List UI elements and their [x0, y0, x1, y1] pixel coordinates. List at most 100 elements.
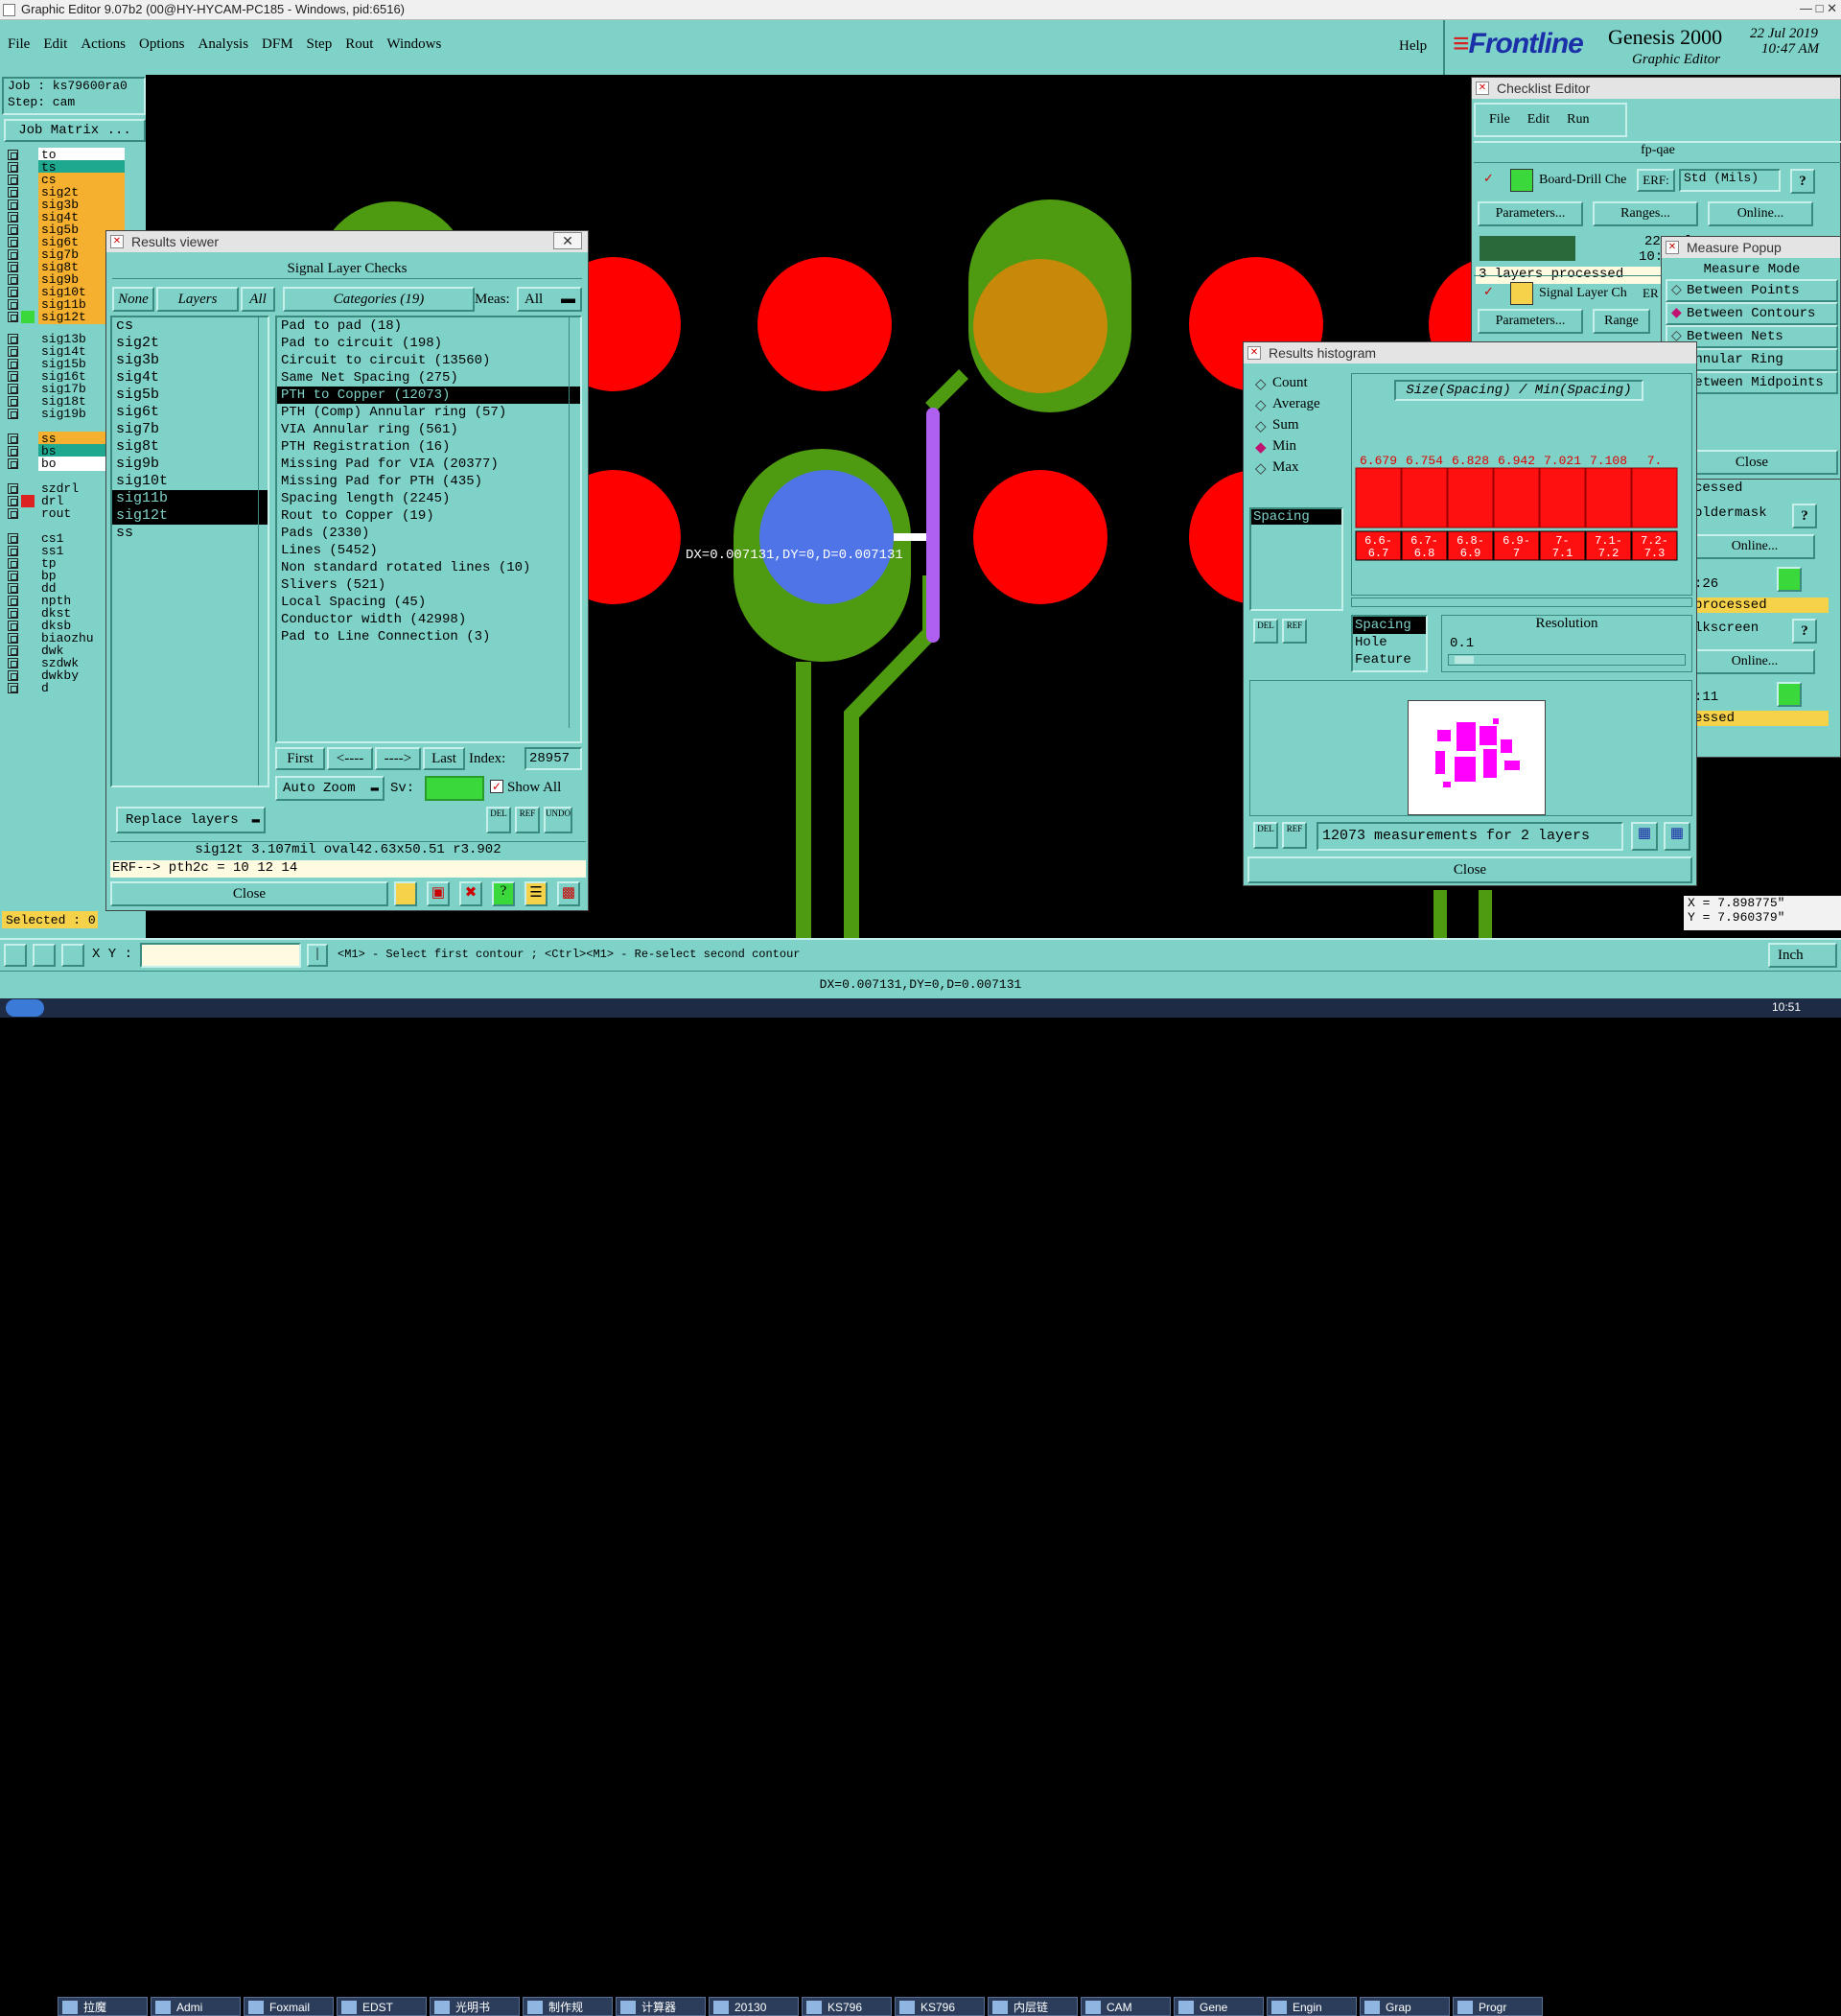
ref-button[interactable]: REF	[515, 807, 540, 833]
layer-checkbox[interactable]	[8, 249, 18, 260]
histogram-bar[interactable]	[1401, 467, 1448, 528]
layer-color-swatch[interactable]	[21, 311, 35, 323]
layer-checkbox[interactable]	[8, 199, 18, 210]
layer-checkbox[interactable]	[8, 150, 18, 160]
menu-actions[interactable]: Actions	[81, 36, 126, 58]
category-item[interactable]: Missing Pad for VIA (20377)	[277, 456, 580, 473]
taskbar-item[interactable]: 拉魔	[58, 1997, 148, 2016]
category-item[interactable]: PTH Registration (16)	[277, 438, 580, 456]
sv-color-dropdown[interactable]	[425, 776, 484, 801]
result-layer-item[interactable]: sig9b	[112, 456, 268, 473]
layer-checkbox[interactable]	[8, 224, 18, 235]
layer-row[interactable]: rout	[8, 506, 125, 521]
zoom-icon[interactable]	[1777, 567, 1802, 592]
layer-color-swatch[interactable]	[21, 507, 35, 520]
layer-checkbox[interactable]	[8, 334, 18, 344]
category-item[interactable]: Pads (2330)	[277, 525, 580, 542]
results-category-list[interactable]: Pad to pad (18) Pad to circuit (198) Circu…	[275, 316, 582, 743]
taskbar-item[interactable]: 20130	[709, 1997, 799, 2016]
layer-color-swatch[interactable]	[21, 682, 35, 694]
category-item[interactable]: PTH to Copper (12073)	[277, 387, 580, 404]
stat-radio-average[interactable]: ◇ Average	[1255, 396, 1341, 417]
layer-checkbox[interactable]	[8, 162, 18, 173]
layer-checkbox[interactable]	[8, 237, 18, 247]
layer-checkbox[interactable]	[8, 359, 18, 369]
marker-icon[interactable]: ▣	[427, 881, 450, 906]
result-layer-item[interactable]: cs	[112, 317, 268, 335]
snap-icon[interactable]	[4, 944, 27, 967]
histogram-bar[interactable]	[1631, 467, 1678, 528]
layer-checkbox[interactable]	[8, 633, 18, 644]
menu-options[interactable]: Options	[139, 36, 185, 58]
layer-checkbox[interactable]	[8, 396, 18, 407]
category-item[interactable]: Spacing length (2245)	[277, 490, 580, 507]
histogram-scrollbar[interactable]	[1351, 598, 1692, 607]
report-icon[interactable]: ▦	[1664, 822, 1690, 851]
result-layer-item[interactable]: sig10t	[112, 473, 268, 490]
layer-checkbox[interactable]	[8, 287, 18, 297]
index-field[interactable]: 28957	[524, 747, 582, 770]
results-close-button[interactable]: Close	[110, 881, 388, 906]
layer-row[interactable]: bo	[8, 457, 125, 471]
taskbar-item[interactable]: Progr	[1453, 1997, 1543, 2016]
layer-checkbox[interactable]	[8, 187, 18, 198]
online-button[interactable]: Online...	[1694, 534, 1815, 559]
parameters-button[interactable]: Parameters...	[1478, 309, 1583, 334]
prev-button[interactable]: <----	[327, 747, 373, 770]
checklist-menu-run[interactable]: Run	[1567, 112, 1589, 135]
category-item[interactable]: Pad to Line Connection (3)	[277, 628, 580, 645]
layer-checkbox[interactable]	[8, 670, 18, 681]
menu-dfm[interactable]: DFM	[262, 36, 293, 58]
layer-checkbox[interactable]	[8, 434, 18, 444]
layers-button[interactable]: Layers	[156, 287, 239, 312]
attribute-item[interactable]: Spacing	[1251, 509, 1341, 525]
menu-rout[interactable]: Rout	[345, 36, 373, 58]
layer-checkbox[interactable]	[8, 608, 18, 619]
ranges-button[interactable]: Range	[1593, 309, 1650, 334]
layer-row[interactable]: sig12t	[8, 310, 125, 324]
stat-radio-min[interactable]: ◆ Min	[1255, 438, 1341, 459]
window-controls[interactable]: — □ ✕	[1800, 1, 1837, 16]
category-item[interactable]: Rout to Copper (19)	[277, 507, 580, 525]
result-layer-item[interactable]: sig12t	[112, 507, 268, 525]
taskbar-item[interactable]: Admi	[151, 1997, 241, 2016]
category-item[interactable]: Same Net Spacing (275)	[277, 369, 580, 387]
category-item[interactable]: VIA Annular ring (561)	[277, 421, 580, 438]
slider-thumb[interactable]	[1455, 656, 1474, 664]
category-item[interactable]: Pad to pad (18)	[277, 317, 580, 335]
layer-checkbox[interactable]	[8, 346, 18, 357]
hist-attribute-item[interactable]: Hole	[1353, 634, 1426, 651]
layer-checkbox[interactable]	[8, 658, 18, 668]
histogram-bar[interactable]	[1585, 467, 1632, 528]
ranges-button[interactable]: Ranges...	[1593, 201, 1698, 226]
layer-list-scrollbar[interactable]	[258, 317, 268, 785]
help-menu[interactable]: Help	[1399, 38, 1427, 55]
result-layer-item[interactable]: sig2t	[112, 335, 268, 352]
layer-checkbox[interactable]	[8, 571, 18, 581]
checklist-menu-edit[interactable]: Edit	[1527, 112, 1550, 135]
result-layer-item[interactable]: sig6t	[112, 404, 268, 421]
meas-dropdown[interactable]: All ▬	[517, 287, 582, 312]
stat-radio-sum[interactable]: ◇ Sum	[1255, 417, 1341, 438]
close-icon[interactable]: ✕	[553, 232, 582, 249]
del-button[interactable]: DEL	[1253, 822, 1278, 849]
parameters-button[interactable]: Parameters...	[1478, 201, 1583, 226]
taskbar-item[interactable]: Foxmail	[244, 1997, 334, 2016]
layer-color-swatch[interactable]	[21, 457, 35, 470]
taskbar-item[interactable]: 内层链	[988, 1997, 1078, 2016]
del-button[interactable]: DEL	[1253, 619, 1278, 644]
start-button[interactable]	[6, 999, 44, 1017]
checklist-menu-file[interactable]: File	[1489, 112, 1510, 135]
stat-radio-count[interactable]: ◇ Count	[1255, 375, 1341, 396]
result-layer-item[interactable]: sig8t	[112, 438, 268, 456]
layer-checkbox[interactable]	[8, 446, 18, 457]
check-checkbox[interactable]: ✓	[1483, 284, 1494, 299]
histogram-bar[interactable]	[1539, 467, 1586, 528]
layer-row[interactable]: sig19b	[8, 407, 125, 421]
layer-checkbox[interactable]	[8, 262, 18, 272]
layer-checkbox[interactable]	[8, 458, 18, 469]
report-icon[interactable]: ☰	[524, 881, 548, 906]
erase-icon[interactable]: ✖	[459, 881, 482, 906]
histogram-bar[interactable]	[1447, 467, 1494, 528]
layer-row[interactable]: d	[8, 681, 125, 695]
